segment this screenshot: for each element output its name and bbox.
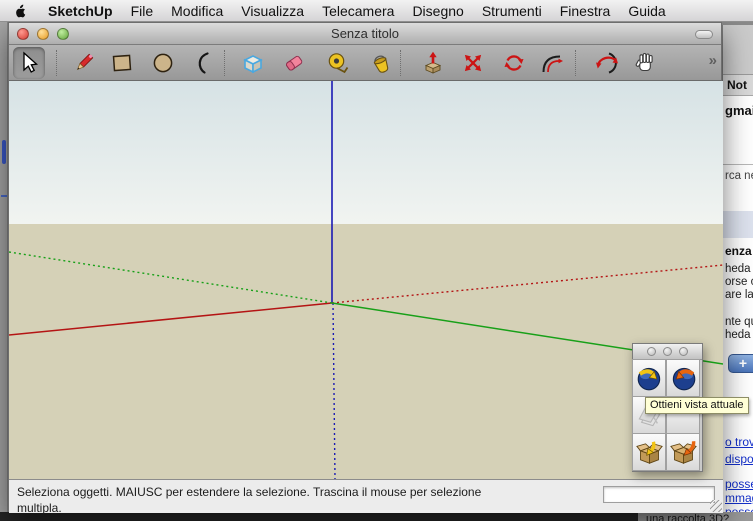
- menu-item-telecamera[interactable]: Telecamera: [313, 3, 403, 19]
- palette-close-button[interactable]: [647, 347, 656, 356]
- background-browser-window: Not gmail rca ne enza G heda orse c are …: [722, 25, 753, 512]
- palette-title-bar[interactable]: [633, 344, 702, 360]
- palette-zoom-button[interactable]: [679, 347, 688, 356]
- eraser-tool-button[interactable]: [278, 47, 310, 79]
- browser-bookmark-fragment: Not: [723, 75, 753, 96]
- menu-item-visualizza[interactable]: Visualizza: [232, 3, 313, 19]
- browser-text-fragment: orse c: [725, 276, 753, 288]
- arc-tool-button[interactable]: [187, 47, 219, 79]
- select-tool-button[interactable]: [13, 47, 45, 79]
- toolbar-separator: [400, 50, 401, 76]
- menu-item-sketchup[interactable]: SketchUp: [39, 3, 122, 19]
- browser-text-fragment: heda: [725, 329, 751, 341]
- status-message: Seleziona oggetti. MAIUSC per estendere …: [17, 484, 522, 516]
- browser-highlight-band: [723, 211, 753, 238]
- browser-search-fragment: rca ne: [725, 170, 753, 182]
- background-scroll-tick: [1, 195, 7, 197]
- browser-link-fragment[interactable]: dispon: [725, 452, 753, 466]
- make-component-tool-button[interactable]: [237, 47, 269, 79]
- tape-measure-tool-button[interactable]: [322, 47, 354, 79]
- menu-item-disegno[interactable]: Disegno: [403, 3, 472, 19]
- move-tool-button[interactable]: [457, 47, 489, 79]
- ground: [9, 224, 723, 479]
- browser-bottom-fragment: una raccolta 3D?: [638, 512, 753, 521]
- pan-hand-icon: [633, 51, 657, 75]
- browser-link-fragment[interactable]: o trova: [725, 435, 753, 449]
- toolbar-overflow-chevron[interactable]: »: [709, 52, 715, 69]
- pencil-icon: [71, 51, 95, 75]
- status-bar: Seleziona oggetti. MAIUSC per estendere …: [9, 479, 723, 513]
- push-pull-tool-button[interactable]: [417, 47, 449, 79]
- box-yellow-arrow-icon: [636, 439, 663, 466]
- browser-chrome: [723, 25, 753, 75]
- browser-link-fragment[interactable]: posse: [725, 477, 753, 491]
- toolbar-toggle-button[interactable]: [695, 30, 713, 39]
- menu-item-file[interactable]: File: [122, 3, 163, 19]
- palette-minimize-button[interactable]: [663, 347, 672, 356]
- share-model-button[interactable]: [666, 433, 700, 471]
- line-tool-button[interactable]: [67, 47, 99, 79]
- sky: [9, 81, 723, 224]
- rectangle-tool-button[interactable]: [106, 47, 138, 79]
- measurements-input[interactable]: [603, 486, 715, 503]
- rotate-icon: [502, 51, 526, 75]
- toolbar: »: [9, 45, 721, 81]
- title-bar[interactable]: Senza titolo: [9, 23, 721, 45]
- toolbar-separator: [575, 50, 576, 76]
- globe-yellow-arrow-icon: [636, 365, 663, 392]
- box-orange-arrow-icon: [670, 439, 697, 466]
- apple-menu-icon[interactable]: [14, 3, 27, 19]
- browser-text-fragment: are la t: [725, 289, 753, 301]
- browser-text-fragment: heda: [725, 263, 751, 275]
- model-viewport[interactable]: [9, 81, 723, 479]
- component-box-icon: [241, 51, 265, 75]
- menu-item-guida[interactable]: Guida: [619, 3, 674, 19]
- get-current-view-button[interactable]: [632, 359, 666, 397]
- eraser-icon: [282, 51, 306, 75]
- select-cursor-icon: [17, 51, 41, 75]
- paint-bucket-tool-button[interactable]: [365, 47, 397, 79]
- get-models-button[interactable]: [632, 433, 666, 471]
- background-scroll-marker: [2, 140, 6, 164]
- offset-tool-button[interactable]: [536, 47, 568, 79]
- browser-text-gmail: gmail: [725, 103, 753, 118]
- move-icon: [461, 51, 485, 75]
- offset-icon: [540, 51, 564, 75]
- browser-heading-fragment: enza G: [725, 244, 753, 258]
- divider: [723, 164, 753, 165]
- orbit-tool-button[interactable]: [591, 47, 623, 79]
- tooltip: Ottieni vista attuale: [645, 397, 749, 414]
- menu-bar: SketchUp File Modifica Visualizza Teleca…: [0, 0, 753, 22]
- push-pull-icon: [421, 51, 445, 75]
- globe-orange-arrow-icon: [670, 365, 697, 392]
- browser-text-fragment: nte qu: [725, 316, 753, 328]
- browser-add-button[interactable]: +: [728, 354, 753, 373]
- circle-tool-button[interactable]: [147, 47, 179, 79]
- rotate-tool-button[interactable]: [498, 47, 530, 79]
- rectangle-icon: [110, 51, 134, 75]
- arc-icon: [191, 51, 215, 75]
- place-model-button[interactable]: [666, 359, 700, 397]
- window-title: Senza titolo: [9, 26, 721, 41]
- menu-item-finestra[interactable]: Finestra: [551, 3, 620, 19]
- browser-link-fragment[interactable]: posse: [725, 505, 753, 512]
- paint-bucket-icon: [369, 51, 393, 75]
- circle-icon: [151, 51, 175, 75]
- toolbar-separator: [56, 50, 57, 76]
- sketchup-window: Senza titolo: [8, 22, 722, 512]
- orbit-icon: [595, 51, 619, 75]
- tape-measure-icon: [326, 51, 350, 75]
- browser-link-fragment[interactable]: mmag: [725, 491, 753, 505]
- window-resize-grip[interactable]: [710, 500, 722, 512]
- background-window-left-edge: [0, 22, 8, 521]
- pan-tool-button[interactable]: [629, 47, 661, 79]
- menu-item-strumenti[interactable]: Strumenti: [473, 3, 551, 19]
- toolbar-separator: [224, 50, 225, 76]
- menu-item-modifica[interactable]: Modifica: [162, 3, 232, 19]
